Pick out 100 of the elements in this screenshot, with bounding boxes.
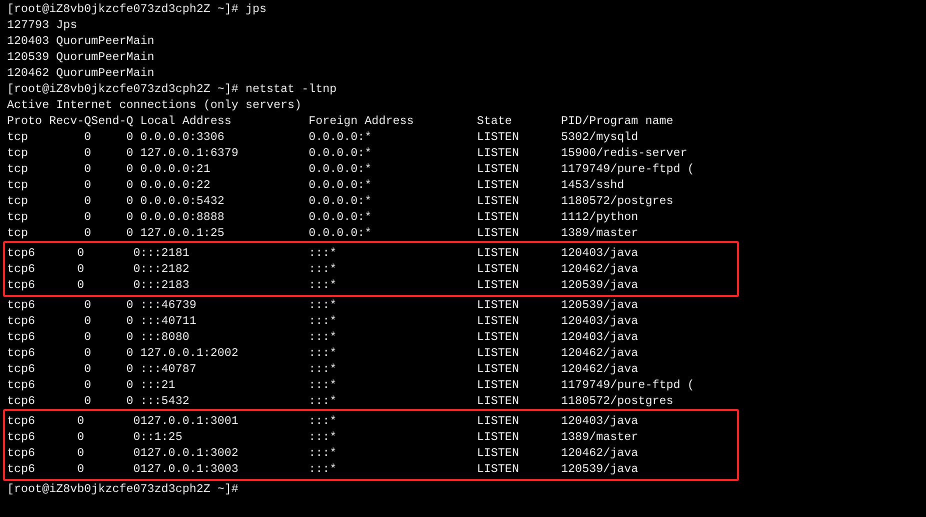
terminal-line: 120539 QuorumPeerMain — [7, 49, 154, 65]
table-cell: :::2183 — [140, 277, 190, 293]
table-cell-text: 0 — [126, 361, 134, 377]
table-cell: 1389/master — [561, 429, 638, 445]
table-cell-text: 0 — [77, 413, 86, 429]
table-cell-text: 0 — [126, 145, 134, 161]
table-cell: 127.0.0.1:2002 — [140, 345, 238, 361]
table-cell: :::* — [308, 429, 337, 445]
table-cell: tcp6 — [7, 445, 36, 461]
table-cell: tcp6 — [7, 345, 36, 361]
table-cell: 1179749/pure-ftpd ( — [561, 377, 694, 393]
table-cell: 0 — [133, 245, 140, 261]
table-cell: tcp6 — [7, 429, 36, 445]
table-cell: :::* — [308, 377, 337, 393]
table-cell: 1179749/pure-ftpd ( — [561, 161, 694, 177]
table-cell: tcp6 — [7, 329, 36, 345]
table-cell: 0 — [84, 129, 92, 145]
table-cell-text: 0 — [126, 329, 134, 345]
table-cell: :::* — [308, 313, 337, 329]
table-cell: LISTEN — [476, 445, 519, 461]
table-cell: 0 — [133, 445, 140, 461]
table-cell: :::5432 — [140, 393, 190, 409]
column-header: Send-Q — [91, 113, 134, 129]
table-cell: LISTEN — [476, 377, 519, 393]
table-cell: 120403/java — [561, 329, 638, 345]
table-cell: tcp6 — [7, 461, 36, 477]
table-cell: 0.0.0.0:21 — [140, 161, 210, 177]
table-cell: tcp6 — [7, 413, 36, 429]
table-cell: 5302/mysqld — [561, 129, 638, 145]
table-cell: LISTEN — [476, 313, 519, 329]
table-cell: LISTEN — [476, 277, 519, 293]
table-cell: 0 — [84, 297, 92, 313]
table-cell: 0.0.0.0:8888 — [140, 209, 224, 225]
table-cell-text: 0 — [126, 209, 134, 225]
table-cell-text: 0 — [126, 345, 134, 361]
table-cell-text: 0 — [77, 245, 86, 261]
table-cell: 0 — [84, 193, 92, 209]
table-cell: :::* — [308, 413, 337, 429]
table-cell: 0.0.0.0:22 — [140, 177, 210, 193]
table-cell: LISTEN — [476, 193, 519, 209]
table-cell: LISTEN — [476, 177, 519, 193]
table-cell: :::* — [308, 277, 337, 293]
column-header: Local Address — [140, 113, 232, 129]
table-cell: 15900/redis-server — [561, 145, 688, 161]
table-cell-text: 0 — [77, 429, 86, 445]
column-header: Foreign Address — [308, 113, 414, 129]
table-cell-text: 0 — [126, 297, 134, 313]
table-cell: 0 — [84, 361, 92, 377]
column-header: Proto — [7, 113, 42, 129]
table-cell-text: 0 — [77, 445, 86, 461]
table-cell: 0 — [84, 177, 92, 193]
table-cell-text: 0 — [126, 393, 134, 409]
table-cell: LISTEN — [476, 161, 519, 177]
table-cell: 127.0.0.1:3003 — [140, 461, 238, 477]
table-cell: tcp6 — [7, 377, 36, 393]
table-cell: LISTEN — [476, 297, 519, 313]
table-cell: :::* — [308, 345, 337, 361]
table-cell: 127.0.0.1:3001 — [140, 413, 238, 429]
table-cell: 1112/python — [561, 209, 638, 225]
table-cell-text: 0 — [77, 261, 86, 277]
table-cell: 0 — [84, 345, 92, 361]
table-cell: 120462/java — [561, 345, 638, 361]
table-cell: 0.0.0.0:* — [308, 177, 372, 193]
column-header: Recv-Q — [49, 113, 92, 129]
table-cell: tcp6 — [7, 393, 36, 409]
table-cell: tcp — [7, 225, 28, 241]
table-cell: 120403/java — [561, 413, 638, 429]
table-cell: 120539/java — [561, 277, 638, 293]
table-cell: LISTEN — [476, 413, 519, 429]
table-cell: 120462/java — [561, 445, 638, 461]
table-cell: tcp — [7, 193, 28, 209]
table-cell: tcp — [7, 145, 28, 161]
table-cell: 0 — [133, 277, 140, 293]
table-cell: 0.0.0.0:* — [308, 161, 372, 177]
terminal-line: [root@iZ8vb0jkzcfe073zd3cph2Z ~]# — [7, 481, 238, 497]
table-cell: 0 — [133, 413, 140, 429]
table-cell: 0.0.0.0:3306 — [140, 129, 224, 145]
table-cell: 120403/java — [561, 313, 638, 329]
table-cell: :::40711 — [140, 313, 196, 329]
table-cell: LISTEN — [476, 245, 519, 261]
table-cell: 0 — [84, 393, 92, 409]
table-cell-text: 0 — [126, 177, 134, 193]
table-cell: :::* — [308, 461, 337, 477]
table-cell: tcp6 — [7, 313, 36, 329]
table-cell-text: 0 — [77, 461, 86, 477]
table-cell: 0.0.0.0:* — [308, 193, 372, 209]
table-cell: LISTEN — [476, 393, 519, 409]
table-cell: 0.0.0.0:* — [308, 225, 372, 241]
table-cell: tcp — [7, 177, 28, 193]
table-cell: tcp6 — [7, 297, 36, 313]
table-cell: 0 — [84, 329, 92, 345]
table-cell: :::21 — [140, 377, 176, 393]
terminal-line: 120403 QuorumPeerMain — [7, 33, 154, 49]
table-cell: 120539/java — [561, 297, 638, 313]
terminal-line: [root@iZ8vb0jkzcfe073zd3cph2Z ~]# netstat -ltnp — [7, 81, 337, 97]
table-cell: 1453/sshd — [561, 177, 624, 193]
table-cell: 120462/java — [561, 261, 638, 277]
table-cell: tcp6 — [7, 261, 36, 277]
table-cell: LISTEN — [476, 261, 519, 277]
table-cell-text: 0 — [126, 193, 134, 209]
